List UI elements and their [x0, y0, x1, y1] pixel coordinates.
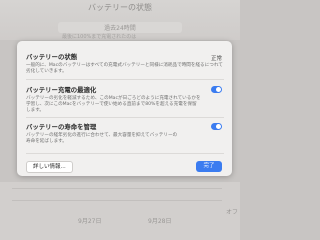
health-management-title: バッテリーの寿命を管理 [26, 123, 97, 131]
done-button[interactable]: 完了 [196, 161, 222, 172]
time-range-segment[interactable]: 過去24時間 [58, 22, 182, 33]
toggle-knob [216, 87, 221, 92]
optimized-charging-title: バッテリー充電の最適化 [26, 86, 97, 94]
health-management-section: バッテリーの寿命を管理 バッテリーの経年劣化の進行に合わせて、最大容量を抑えてバ… [26, 122, 226, 145]
battery-chart-area: 9月27日 9月28日 [0, 182, 240, 240]
health-management-toggle[interactable] [211, 123, 222, 130]
optimized-charging-desc: バッテリーの劣化を軽減するため、このMacが日ごろどのように充電されているかを … [26, 96, 226, 114]
last-charged-text: 最後に100%まで充電されたのは [62, 34, 137, 40]
chart-gridline [12, 188, 222, 189]
battery-status-desc: 一般的に、Macのバッテリーはすべての充電式バッテリーと同様に消耗品で時間を経る… [26, 63, 226, 75]
toggle-knob [216, 124, 221, 129]
chart-gridline [12, 200, 222, 201]
optimized-charging-toggle[interactable] [211, 86, 222, 93]
battery-status-section: バッテリーの状態 一般的に、Macのバッテリーはすべての充電式バッテリーと同様に… [26, 52, 226, 75]
window-title: バッテリーの状態 [88, 3, 152, 12]
desc-line: 劣化していきます。 [26, 69, 67, 74]
desc-line: 学習し、次にこのMacをバッテリーで使い始める直前まで80%を超える充電を保留 [26, 102, 197, 107]
more-info-button[interactable]: 詳しい情報... [26, 161, 73, 173]
health-management-desc: バッテリーの経年劣化の進行に合わせて、最大容量を抑えてバッテリーの 寿命を延ばし… [26, 133, 226, 145]
battery-status-value: 正常 [210, 56, 222, 62]
battery-status-title: バッテリーの状態 [26, 53, 78, 61]
divider [26, 117, 224, 118]
battery-window-header: バッテリーの状態 過去24時間 最後に100%まで充電されたのは [0, 0, 240, 40]
desc-line: します。 [26, 108, 44, 113]
chart-side-label: オフ [226, 209, 239, 216]
axis-label-2: 9月28日 [148, 218, 172, 225]
divider [26, 79, 224, 80]
time-range-label: 過去24時間 [104, 25, 136, 32]
desc-line: 寿命を延ばします。 [26, 139, 67, 144]
battery-options-dialog: バッテリーの状態 一般的に、Macのバッテリーはすべての充電式バッテリーと同様に… [17, 41, 232, 176]
optimized-charging-section: バッテリー充電の最適化 バッテリーの劣化を軽減するため、このMacが日ごろどのよ… [26, 85, 226, 114]
axis-label-1: 9月27日 [78, 218, 102, 225]
divider [26, 153, 224, 154]
